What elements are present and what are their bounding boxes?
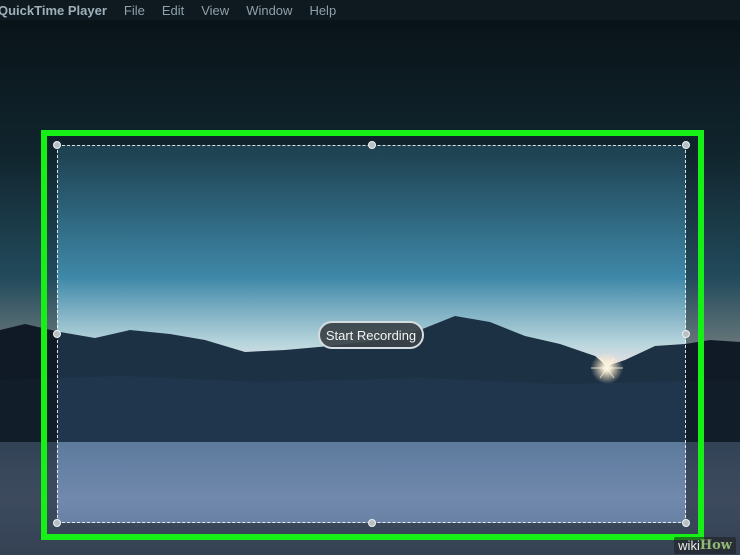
resize-handle-bottom-center[interactable]	[368, 519, 376, 527]
menu-view[interactable]: View	[201, 3, 229, 18]
app-menu-quicktime[interactable]: QuickTime Player	[0, 3, 107, 18]
resize-handle-bottom-right[interactable]	[682, 519, 690, 527]
watermark-wiki-text: wiki	[678, 538, 700, 553]
screen: QuickTime Player File Edit View Window H…	[0, 0, 740, 555]
resize-handle-top-center[interactable]	[368, 141, 376, 149]
menu-window[interactable]: Window	[246, 3, 292, 18]
resize-handle-middle-left[interactable]	[53, 330, 61, 338]
resize-handle-bottom-left[interactable]	[53, 519, 61, 527]
start-recording-button[interactable]: Start Recording	[318, 321, 424, 349]
menu-file[interactable]: File	[124, 3, 145, 18]
menu-edit[interactable]: Edit	[162, 3, 184, 18]
resize-handle-middle-right[interactable]	[682, 330, 690, 338]
menu-help[interactable]: Help	[309, 3, 336, 18]
menu-bar: QuickTime Player File Edit View Window H…	[0, 0, 740, 20]
wikihow-watermark: wiki How	[674, 537, 736, 554]
resize-handle-top-left[interactable]	[53, 141, 61, 149]
resize-handle-top-right[interactable]	[682, 141, 690, 149]
watermark-how-text: How	[699, 538, 732, 553]
